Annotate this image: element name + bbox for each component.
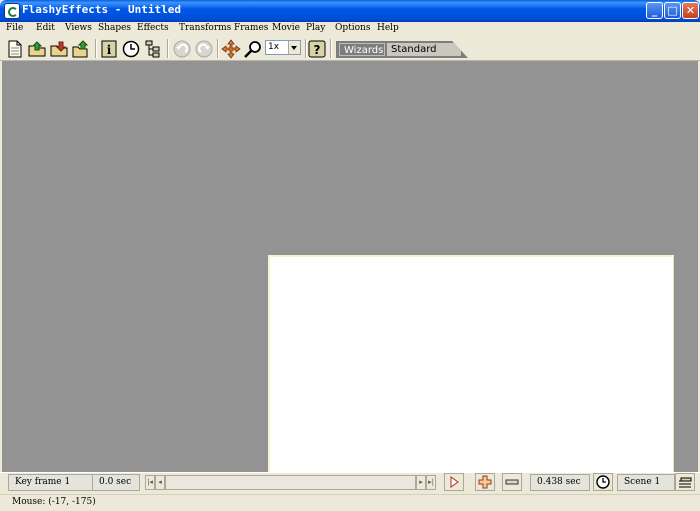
zoom-select[interactable]: 1x	[265, 40, 301, 55]
new-file-icon[interactable]	[5, 39, 25, 59]
menu-views[interactable]: Views	[65, 23, 92, 33]
stage-area[interactable]	[268, 255, 674, 474]
toolbar-separator	[95, 39, 97, 58]
menu-options[interactable]: Options	[335, 23, 370, 33]
duration-clock-button[interactable]	[593, 473, 613, 491]
first-frame-button[interactable]: |◂	[145, 475, 155, 490]
menu-play[interactable]: Play	[306, 23, 325, 33]
export-icon[interactable]	[71, 39, 91, 59]
tree-icon[interactable]	[143, 39, 163, 59]
plus-icon	[478, 475, 492, 489]
minus-icon	[505, 479, 519, 485]
magnifier-icon[interactable]	[243, 39, 263, 59]
close-icon: ✕	[685, 4, 696, 17]
scene-field: Scene 1	[617, 474, 675, 491]
redo-icon[interactable]	[194, 39, 214, 59]
mouse-coordinates: Mouse: (-17, -175)	[12, 497, 96, 507]
maximize-button[interactable]: □	[664, 2, 681, 19]
toolbar-separator	[167, 39, 169, 58]
prev-frame-button[interactable]: ◂	[155, 475, 165, 490]
svg-text:i: i	[107, 43, 112, 57]
scenes-button[interactable]	[675, 473, 695, 491]
maximize-icon: □	[667, 4, 678, 17]
tab-wizards[interactable]: Wizards	[339, 43, 385, 56]
open-file-icon[interactable]	[27, 39, 47, 59]
move-icon[interactable]	[221, 39, 241, 59]
title-bar[interactable]: FlashyEffects - Untitled _ □ ✕	[0, 0, 700, 22]
info-icon[interactable]: i	[99, 39, 119, 59]
help-icon[interactable]: ?	[307, 39, 327, 59]
menu-movie[interactable]: Movie	[272, 23, 300, 33]
next-frame-button[interactable]: ▸	[416, 475, 426, 490]
status-bar: Mouse: (-17, -175)	[0, 494, 700, 511]
toolbar-separator	[330, 39, 332, 58]
menu-shapes[interactable]: Shapes	[98, 23, 131, 33]
play-button[interactable]	[444, 473, 464, 491]
stack-icon	[679, 477, 692, 488]
menu-edit[interactable]: Edit	[36, 23, 55, 33]
tab-standard[interactable]: Standard	[387, 43, 461, 56]
zoom-value: 1x	[268, 42, 280, 52]
chevron-down-icon[interactable]	[288, 41, 300, 54]
menu-help[interactable]: Help	[377, 23, 399, 33]
toolbar-separator	[217, 39, 219, 58]
undo-icon[interactable]	[172, 39, 192, 59]
app-icon[interactable]	[4, 3, 20, 19]
svg-text:?: ?	[314, 43, 321, 57]
menu-bar: File Edit Views Shapes Effects Transform…	[0, 22, 700, 37]
add-frame-button[interactable]	[475, 473, 495, 491]
menu-file[interactable]: File	[6, 23, 23, 33]
current-time: 0.0 sec	[92, 474, 140, 491]
minimize-button[interactable]: _	[646, 2, 663, 19]
menu-effects[interactable]: Effects	[137, 23, 169, 33]
menu-frames[interactable]: Frames	[234, 23, 268, 33]
clock-icon[interactable]	[121, 39, 141, 59]
remove-frame-button[interactable]	[502, 473, 522, 491]
minimize-icon: _	[651, 4, 658, 17]
save-file-icon[interactable]	[49, 39, 69, 59]
play-icon	[450, 476, 459, 488]
duration-field: 0.438 sec	[530, 474, 590, 491]
clock-icon	[596, 475, 610, 489]
app-window: FlashyEffects - Untitled _ □ ✕ File Edit…	[0, 0, 700, 511]
window-title: FlashyEffects - Untitled	[22, 3, 181, 16]
last-frame-button[interactable]: ▸|	[426, 475, 436, 490]
timeline-scrollbar[interactable]	[165, 475, 416, 490]
mode-tabs: Wizards Standard	[336, 41, 468, 58]
close-button[interactable]: ✕	[682, 2, 699, 19]
frame-label: Key frame 1	[8, 474, 93, 491]
menu-transforms[interactable]: Transforms	[179, 23, 231, 33]
